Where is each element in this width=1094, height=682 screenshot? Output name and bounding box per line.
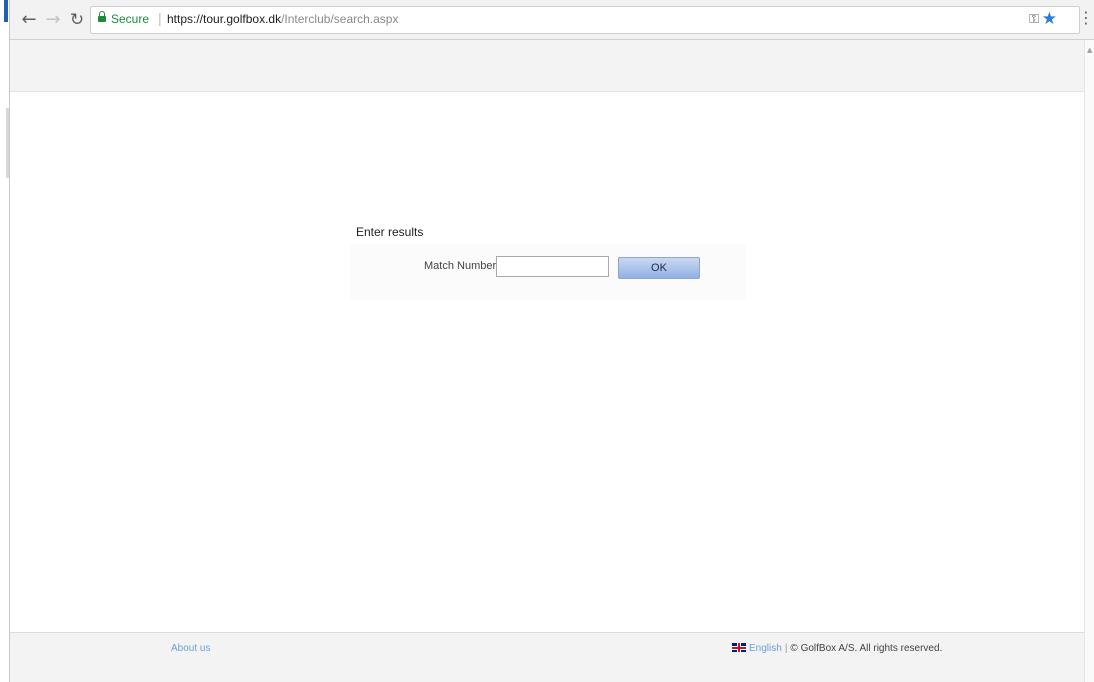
page-footer: About us English | © GolfBox A/S. All righ… — [10, 632, 1084, 682]
url-path: /Interclub/search.aspx — [281, 12, 399, 26]
forward-arrow-icon[interactable]: → — [42, 9, 64, 31]
browser-window: ← → ↻ Secure | https://tour.golfbox.dk/I… — [0, 0, 1094, 682]
url-separator: | — [158, 10, 162, 26]
match-number-input[interactable] — [496, 256, 609, 277]
browser-toolbar: ← → ↻ Secure | https://tour.golfbox.dk/I… — [10, 0, 1094, 40]
ok-button[interactable]: OK — [618, 257, 700, 279]
url-host: https://tour.golfbox.dk — [167, 12, 282, 26]
address-bar[interactable]: Secure | https://tour.golfbox.dk/Intercl… — [90, 6, 1080, 34]
about-us-link[interactable]: About us — [171, 643, 210, 654]
vertical-dots-menu-icon[interactable]: ⋮ — [1078, 9, 1094, 29]
match-number-label: Match Number: — [424, 260, 500, 272]
bookmark-star-icon[interactable]: ★ — [1042, 9, 1057, 29]
taskbar-accent — [4, 0, 8, 22]
uk-flag-icon[interactable] — [732, 643, 746, 652]
secure-label: Secure — [111, 12, 150, 26]
left-scroll-indicator — [6, 108, 9, 178]
back-arrow-icon[interactable]: ← — [18, 9, 40, 31]
scroll-up-arrow-icon[interactable]: ▲ — [1087, 46, 1092, 54]
vertical-scrollbar[interactable]: ▲ — [1084, 40, 1094, 682]
url-text[interactable]: https://tour.golfbox.dk/Interclub/search… — [167, 12, 398, 26]
enter-results-title: Enter results — [356, 225, 424, 239]
main-content: Enter results Match Number: OK — [10, 92, 1084, 632]
language-link[interactable]: English — [749, 643, 782, 654]
key-icon[interactable]: ⚿ — [1029, 12, 1039, 27]
window-left-edge — [0, 0, 10, 682]
reload-icon[interactable]: ↻ — [66, 9, 88, 31]
lock-icon — [98, 11, 106, 25]
footer-right-group: English | © GolfBox A/S. All rights reserv… — [732, 643, 942, 654]
footer-separator: | — [784, 643, 788, 654]
page-header-band — [10, 40, 1084, 92]
copyright-text: © GolfBox A/S. All rights reserved. — [790, 643, 943, 654]
